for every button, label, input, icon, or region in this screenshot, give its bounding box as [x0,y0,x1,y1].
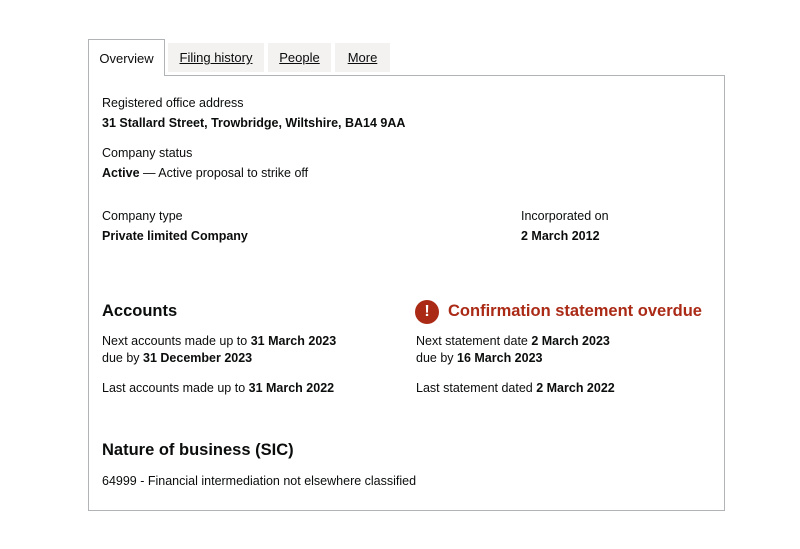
confirmation-last: Last statement dated 2 March 2022 [416,381,615,395]
confirmation-due-date: 16 March 2023 [457,351,543,365]
company-status-label: Company status [102,146,193,160]
confirmation-next: Next statement date 2 March 2023 [416,334,610,348]
warning-icon: ! [415,300,439,324]
incorporated-label: Incorporated on [521,209,609,223]
accounts-next-prefix: Next accounts made up to [102,334,251,348]
confirmation-due-prefix: due by [416,351,458,365]
registered-office-label: Registered office address [102,96,244,110]
accounts-due-date: 31 December 2023 [143,351,253,365]
company-status-detail: — Active proposal to strike off [139,166,309,180]
company-status-row: Active — Active proposal to strike off [102,166,308,180]
confirmation-next-date: 2 March 2023 [531,334,610,348]
confirmation-due: due by 16 March 2023 [416,351,543,365]
confirmation-last-prefix: Last statement dated [416,381,537,395]
accounts-due-prefix: due by [102,351,144,365]
company-type-value: Private limited Company [102,229,248,243]
registered-office-value: 31 Stallard Street, Trowbridge, Wiltshir… [102,116,406,130]
company-type-label: Company type [102,209,183,223]
accounts-next-date: 31 March 2023 [250,334,337,348]
nature-of-business-heading: Nature of business (SIC) [102,441,294,459]
accounts-due: due by 31 December 2023 [102,351,252,365]
confirmation-next-prefix: Next statement date [416,334,532,348]
incorporated-value: 2 March 2012 [521,229,600,243]
accounts-next: Next accounts made up to 31 March 2023 [102,334,336,348]
confirmation-last-date: 2 March 2022 [536,381,615,395]
accounts-last: Last accounts made up to 31 March 2022 [102,381,334,395]
confirmation-heading: Confirmation statement overdue [448,302,702,320]
accounts-heading: Accounts [102,302,178,320]
company-status-value: Active [102,166,140,180]
tab-more[interactable]: More [335,43,390,72]
tab-people[interactable]: People [268,43,331,72]
tab-filing-history[interactable]: Filing history [168,43,264,72]
accounts-last-date: 31 March 2022 [248,381,335,395]
tab-overview[interactable]: Overview [88,39,165,76]
accounts-last-prefix: Last accounts made up to [102,381,249,395]
sic-code: 64999 - Financial intermediation not els… [102,474,417,488]
